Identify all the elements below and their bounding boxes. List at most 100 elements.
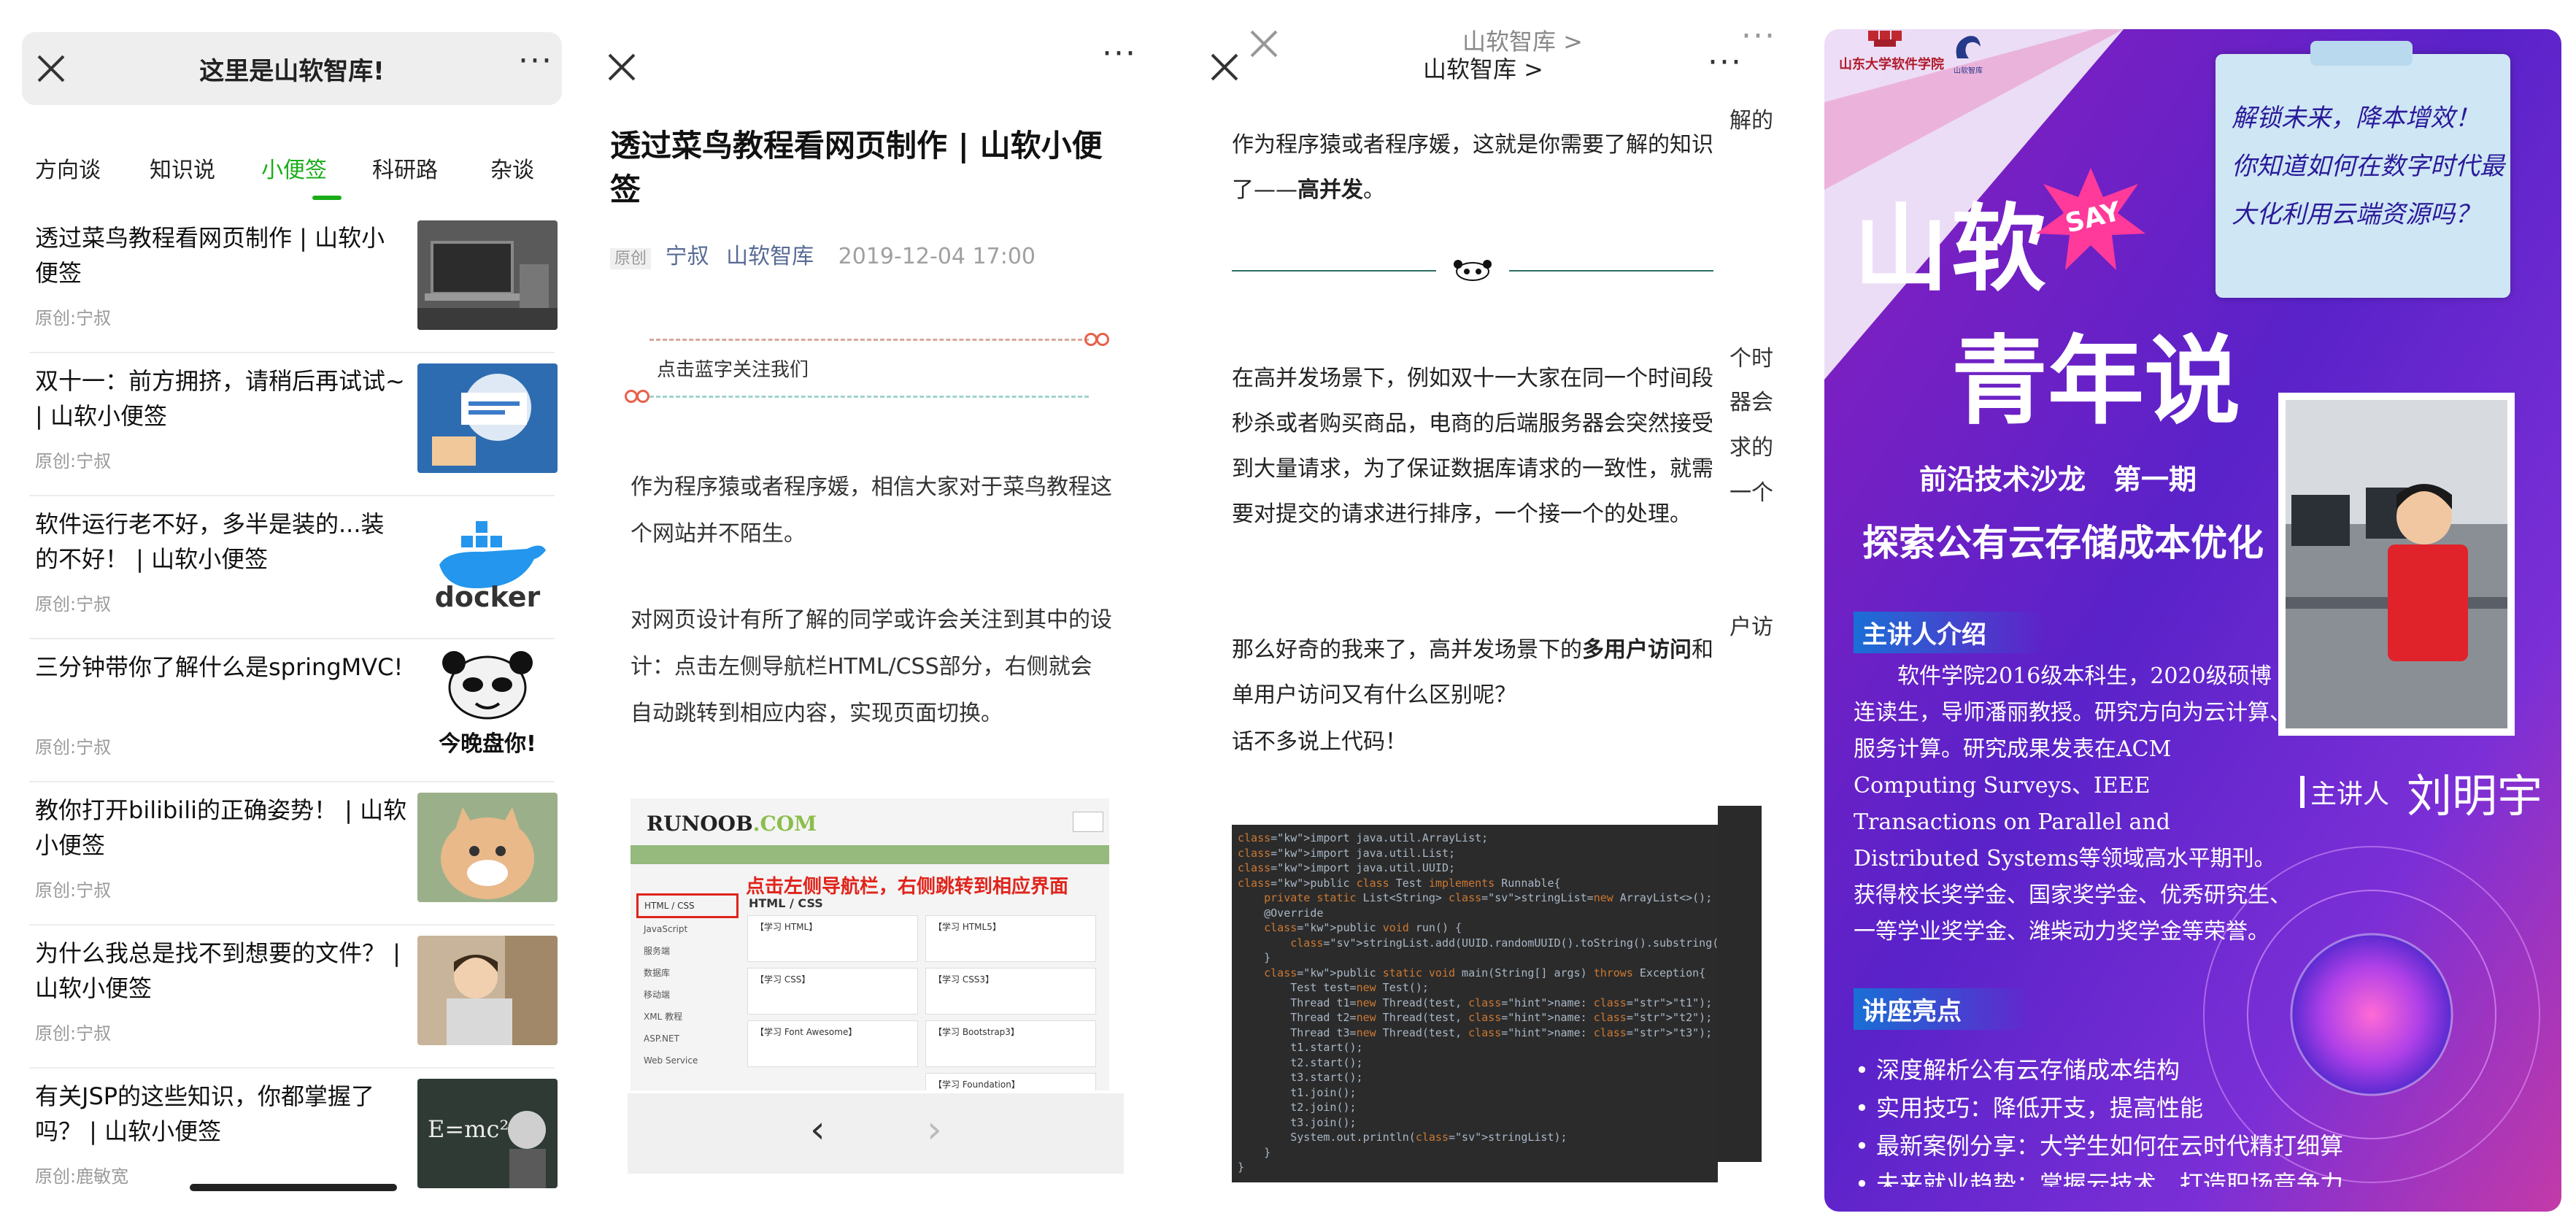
school-logo: 山东大学软件学院 [1839,29,1948,80]
sidebar-item: 服务端 [644,946,671,956]
article-list-panel: 这里是山软智库! ··· 方向谈 知识说 小便签 科研路 杂谈 透过菜鸟教程看网… [0,0,569,1224]
forward-chevron-icon[interactable]: › [927,1108,942,1152]
highlights-list: • 深度解析公有云存储成本结构 • 实用技巧：降低开支，提高性能 • 最新案例分… [1855,1051,2548,1187]
question-bubble: 解锁未来，降本增效！ 你知道如何在数字时代最 大化利用云端资源吗？ [2216,41,2510,298]
code-line: t3.join(); [1238,1115,1357,1129]
meme-caption: 今晚盘你! [439,731,536,757]
tab-misc[interactable]: 杂谈 [490,152,534,184]
article-title: 有关JSP的这些知识，你都掌握了吗？ | 山软小便签 [35,1082,375,1145]
code-shadow [1718,806,1762,1162]
code-line: t2.start(); [1238,1055,1363,1069]
bubble-line: 大化利用云端资源吗？ [2232,200,2480,229]
divider [649,396,1089,398]
speaker-bio: 软件学院2016级本科生，2020级硕博连读生，导师潘丽教授。研究方向为云计算、… [1854,663,2291,944]
highlight-item: • 未来就业趋势：掌握云技术，打造职场竞争力 [1855,1170,2344,1187]
list-item[interactable]: 三分钟带你了解什么是springMVC! 原创:宁叔 今晚盘你! [29,639,558,782]
back-chevron-icon[interactable]: ‹ [810,1108,825,1152]
article-author: 原创:宁叔 [35,737,112,758]
tab-notes[interactable]: 小便签 [261,152,327,184]
code-line: Test test=new Test(); [1238,981,1429,994]
youth-title: 青年说 [1951,326,2240,438]
rings-icon [1084,333,1111,346]
nav-bar [630,845,1109,864]
annotation: 点击左侧导航栏，右侧跳转到相应界面 [746,876,1069,898]
code-line: t3.start(); [1238,1071,1363,1084]
page-title: 这里是山软智库! [199,57,385,86]
more-icon[interactable]: ··· [1708,47,1743,79]
thumbnail-laptop [417,220,558,330]
docker-text: docker [434,581,541,613]
more-icon[interactable]: ··· [1102,38,1137,70]
article-list: 透过菜鸟教程看网页制作 | 山软小便签 原创:宁叔 双十一：前方拥挤，请稍后再试… [29,210,558,1210]
sidebar-item: XML 教程 [644,1012,683,1022]
card: 【学习 CSS】 [747,968,918,1015]
sidebar-item: JavaScript [644,924,688,934]
overflow-text: 求的 [1729,435,1773,461]
code-line: class="kw">import java.util.ArrayList; [1238,831,1489,844]
bubble-line: 你知道如何在数字时代最 [2232,152,2504,181]
paragraph: 对网页设计有所了解的同学或许会关注到其中的设计：点击左侧导航栏HTML/CSS部… [630,607,1112,726]
code-line: class="sv">stringList.add(UUID.randomUUI… [1290,936,1718,950]
code-line: Thread t3=new Thread(test, class="hint">… [1238,1025,1713,1039]
club-logo-text: 山软智库 [1954,67,1983,75]
overflow-text: 器会 [1729,390,1773,415]
card: 【学习 HTML】 [747,915,918,962]
article-panel: ··· 透过菜鸟教程看网页制作 | 山软小便签 原创 宁叔 山软智库 2019-… [598,0,1153,1224]
list-item[interactable]: 软件运行老不好，多半是装的...装的不好！ | 山软小便签 原创:宁叔 dock… [29,496,558,639]
close-icon [1249,29,1279,58]
close-icon[interactable] [607,53,636,82]
tab-direction[interactable]: 方向谈 [35,152,101,184]
code-line: class="kw">import java.util.List; [1238,846,1456,860]
tab-knowledge[interactable]: 知识说 [150,152,215,184]
list-item[interactable]: 为什么我总是找不到想要的文件？ | 山软小便签 原创:宁叔 [29,925,558,1069]
section-title: HTML / CSS [749,896,823,910]
author-link[interactable]: 宁叔 [666,244,709,269]
search-box [1073,812,1103,832]
card: 【学习 HTML5】 [925,915,1096,962]
code-line: Thread t1=new Thread(test, class="hint">… [1238,996,1713,1009]
speaker-label: 主讲人 [2310,780,2390,809]
rings-icon [625,390,651,403]
speaker-tag: 主讲人 刘明宇 [2300,759,2542,823]
code-line: } [1238,1145,1271,1159]
follow-banner[interactable]: 点击蓝字关注我们 [625,333,1111,403]
speaker-photo [2278,393,2515,736]
bubble-line: 解锁未来，降本增效！ [2232,104,2480,133]
paragraph: 在高并发场景下，例如双十一大家在同一个时间段秒杀或者购买商品，电商的后端服务器会… [1232,366,1713,527]
panda-divider [1232,260,1713,282]
paragraph: 那么好奇的我来了，高并发场景下的多用户访问和单用户访问又有什么区别呢？ [1232,637,1713,708]
bottom-nav-bar: ‹ › [628,1093,1124,1174]
more-icon[interactable]: ··· [518,45,553,77]
article-title: 三分钟带你了解什么是springMVC! [35,653,404,681]
highlight-item: • 深度解析公有云存储成本结构 [1855,1056,2180,1084]
overflow-text: 个时 [1729,346,1773,372]
paragraph: 话不多说上代码！ [1232,729,1407,755]
list-item[interactable]: 双十一：前方拥挤，请稍后再试试~ | 山软小便签 原创:宁叔 [29,353,558,496]
close-icon[interactable] [1210,53,1239,82]
thumbnail-panda-meme: 今晚盘你! [417,650,558,759]
account-link[interactable]: 山软智库 [726,244,814,269]
article-title: 为什么我总是找不到想要的文件？ | 山软小便签 [35,939,401,1002]
list-item[interactable]: 透过菜鸟教程看网页制作 | 山软小便签 原创:宁叔 [29,210,558,353]
code-line: class="kw">public static void main(Strin… [1264,966,1706,979]
overflow-text: 一个 [1729,480,1773,506]
event-poster: 山东大学软件学院 山软智库 解锁未来，降本增效！ 你知道如何在数字时代最 大化利… [1817,0,2576,1224]
highlight-item: • 最新案例分享：大学生如何在云时代精打细算 [1855,1132,2344,1160]
tab-research[interactable]: 科研路 [372,152,438,184]
account-name[interactable]: 山软智库 > [1423,51,1543,85]
paragraph: 作为程序猿或者程序媛，相信大家对于菜鸟教程这个网站并不陌生。 [630,474,1112,547]
code-line: @Override [1238,906,1324,920]
list-item[interactable]: 教你打开bilibili的正确姿势！ | 山软小便签 原创:宁叔 [29,782,558,925]
code-line: } [1238,1161,1245,1174]
title-bar: 这里是山软智库! ··· [22,32,562,105]
code-line: Thread t2=new Thread(test, class="hint">… [1238,1011,1713,1024]
code-line: t1.join(); [1238,1085,1357,1099]
divider [649,339,1089,341]
sidebar-item: ASP.NET [644,1034,679,1044]
code-article-panel: 山软智库 > 山软智库 > ··· ··· 作为程序猿或者程序媛，这就是你需要了… [1197,0,1773,1224]
article-title: 双十一：前方拥挤，请稍后再试试~ | 山软小便签 [35,367,405,430]
article-title: 透过菜鸟教程看网页制作 | 山软小便签 [610,128,1103,207]
article-title: 透过菜鸟教程看网页制作 | 山软小便签 [35,224,385,287]
club-logo: 山软智库 [1935,32,2001,83]
sidebar-item: 数据库 [644,968,671,978]
